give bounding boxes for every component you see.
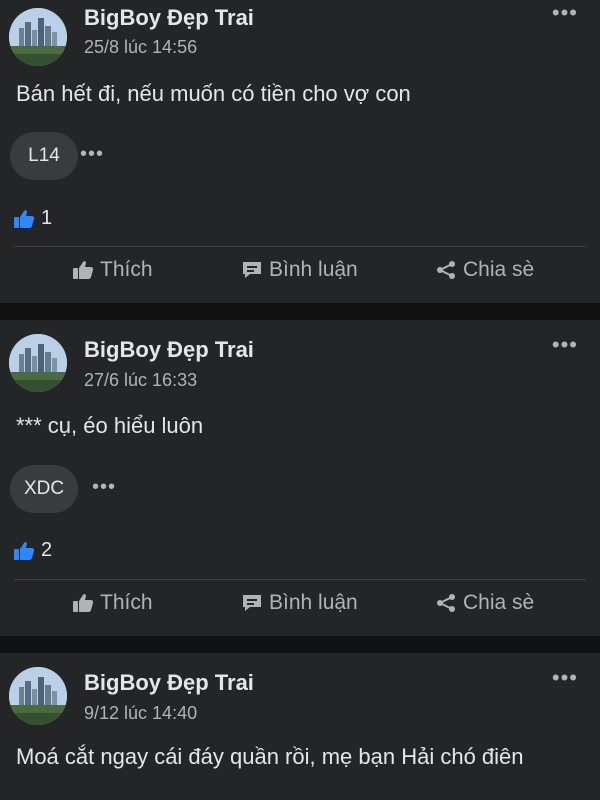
city-skyline-avatar-icon bbox=[9, 667, 67, 725]
share-label: Chia sè bbox=[463, 258, 535, 281]
share-button[interactable]: Chia sè bbox=[435, 591, 534, 615]
post-content: *** cụ, éo hiểu luôn bbox=[16, 413, 204, 438]
thumbs-up-icon bbox=[14, 209, 35, 228]
post-card: BigBoy Đẹp Trai 27/6 lúc 16:33 ••• *** c… bbox=[0, 320, 600, 636]
comment-label: Bình luận bbox=[269, 258, 358, 281]
like-count: 1 bbox=[41, 207, 53, 229]
comment-button[interactable]: Bình luận bbox=[241, 258, 358, 282]
thumbs-up-icon bbox=[14, 541, 35, 560]
divider bbox=[14, 246, 586, 247]
share-icon bbox=[437, 594, 455, 612]
avatar[interactable] bbox=[9, 334, 67, 392]
action-bar: Thích Bình luận Chia sè bbox=[0, 591, 600, 625]
author-name[interactable]: BigBoy Đẹp Trai bbox=[84, 670, 254, 696]
comment-label: Bình luận bbox=[269, 591, 358, 614]
like-summary[interactable]: 1 bbox=[13, 207, 52, 230]
post-card: BigBoy Đẹp Trai 9/12 lúc 14:40 ••• Moá c… bbox=[0, 653, 600, 800]
post-card: BigBoy Đẹp Trai 25/8 lúc 14:56 ••• Bán h… bbox=[0, 0, 600, 303]
like-button[interactable]: Thích bbox=[72, 258, 153, 282]
news-feed: BigBoy Đẹp Trai 25/8 lúc 14:56 ••• Bán h… bbox=[0, 0, 600, 800]
more-options-button[interactable]: ••• bbox=[552, 334, 578, 356]
thumbs-up-outline-icon bbox=[73, 594, 94, 612]
post-timestamp[interactable]: 25/8 lúc 14:56 bbox=[84, 37, 197, 58]
chip-more-button[interactable]: ••• bbox=[80, 143, 104, 166]
like-button[interactable]: Thích bbox=[72, 591, 153, 615]
more-options-button[interactable]: ••• bbox=[552, 667, 578, 689]
post-content: Moá cắt ngay cái đáy quần rồi, mẹ bạn Hả… bbox=[16, 744, 524, 769]
share-icon bbox=[437, 261, 455, 279]
author-name[interactable]: BigBoy Đẹp Trai bbox=[84, 5, 254, 31]
share-label: Chia sè bbox=[463, 591, 535, 614]
like-summary[interactable]: 2 bbox=[13, 539, 52, 562]
thumbs-up-outline-icon bbox=[73, 261, 94, 279]
like-count: 2 bbox=[41, 539, 53, 561]
avatar[interactable] bbox=[9, 8, 67, 66]
chip-more-button[interactable]: ••• bbox=[92, 476, 116, 499]
share-button[interactable]: Chia sè bbox=[435, 258, 534, 282]
comment-button[interactable]: Bình luận bbox=[241, 591, 358, 615]
avatar[interactable] bbox=[9, 667, 67, 725]
more-options-button[interactable]: ••• bbox=[552, 2, 578, 24]
post-timestamp[interactable]: 27/6 lúc 16:33 bbox=[84, 370, 197, 391]
divider bbox=[14, 579, 586, 580]
post-timestamp[interactable]: 9/12 lúc 14:40 bbox=[84, 703, 197, 724]
author-name[interactable]: BigBoy Đẹp Trai bbox=[84, 337, 254, 363]
speech-bubble-icon bbox=[243, 262, 261, 278]
action-bar: Thích Bình luận Chia sè bbox=[0, 258, 600, 292]
group-chip[interactable]: L14 bbox=[10, 132, 78, 180]
group-chip[interactable]: XDC bbox=[10, 465, 78, 513]
speech-bubble-icon bbox=[243, 595, 261, 611]
city-skyline-avatar-icon bbox=[9, 8, 67, 66]
like-label: Thích bbox=[100, 258, 153, 281]
post-content: Bán hết đi, nếu muốn có tiền cho vợ con bbox=[16, 81, 411, 106]
city-skyline-avatar-icon bbox=[9, 334, 67, 392]
like-label: Thích bbox=[100, 591, 153, 614]
